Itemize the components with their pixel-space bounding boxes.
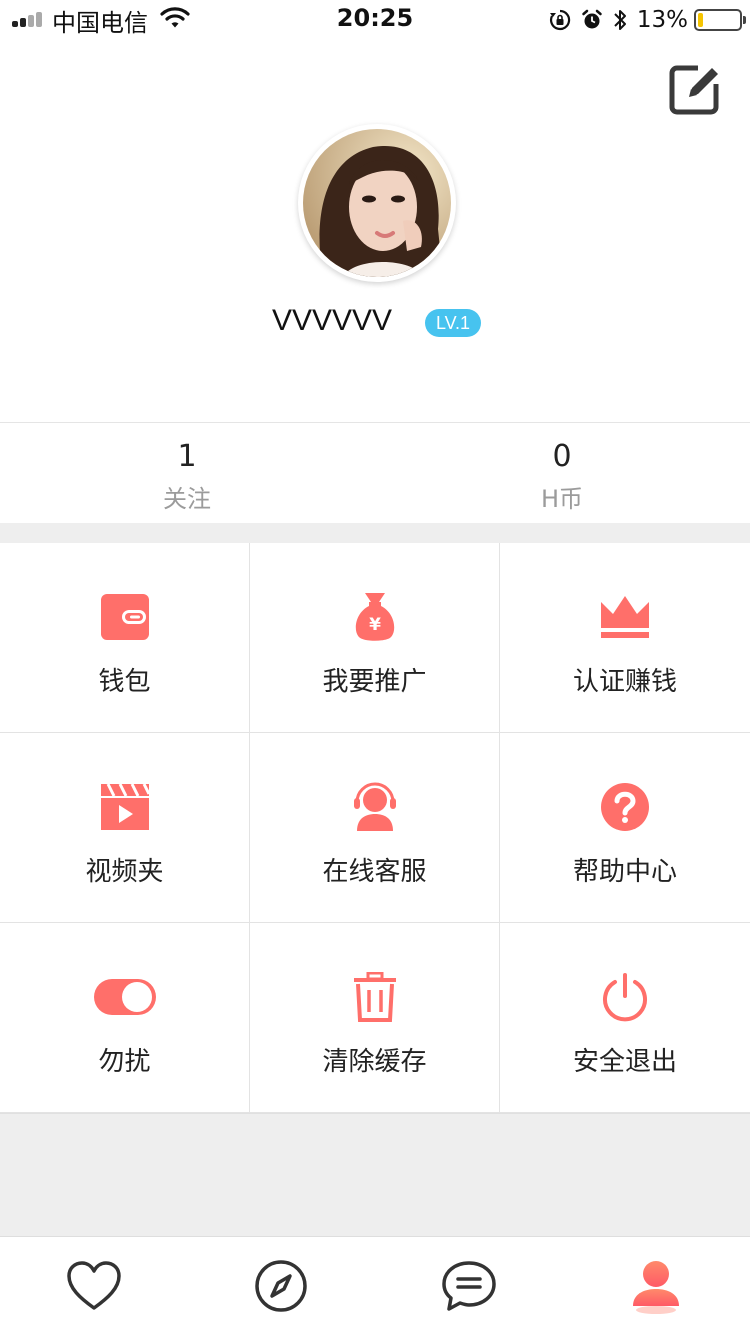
stat-coins-value: 0 [552,439,572,474]
compass-icon [255,1259,307,1312]
customer-service-icon [250,781,499,833]
menu-item-wallet[interactable]: 钱包 [0,543,249,732]
menu-item-promote[interactable]: ¥ 我要推广 [250,543,499,732]
help-icon [500,781,750,833]
menu-item-clear-cache[interactable]: 清除缓存 [250,923,499,1112]
stat-coins-label: H币 [540,485,584,513]
menu-item-certify[interactable]: 认证赚钱 [500,543,750,732]
menu-item-logout[interactable]: 安全退出 [500,923,750,1112]
video-folder-icon [0,781,249,833]
power-icon [500,971,750,1023]
stat-following-value: 1 [177,439,197,474]
menu-item-do-not-disturb[interactable]: 勿扰 [0,923,249,1112]
battery-fill [698,13,703,27]
tab-discover[interactable] [188,1237,376,1334]
level-badge: LV.1 [425,309,481,337]
profile-icon [633,1260,680,1314]
tab-favorites[interactable] [0,1237,188,1334]
edit-icon [669,62,724,115]
menu-item-label: 勿扰 [98,1047,151,1077]
tab-bar [0,1236,750,1334]
battery-percent: 13% [636,7,688,33]
menu-item-label: 视频夹 [85,857,164,887]
edit-profile-button[interactable] [668,60,724,116]
menu-item-label: 在线客服 [322,857,427,887]
heart-icon [67,1260,121,1310]
menu-item-label: 我要推广 [322,667,427,697]
section-gap [0,523,750,543]
menu-item-label: 安全退出 [572,1047,677,1077]
menu-item-label: 认证赚钱 [572,667,677,697]
username: VVVVVV [272,304,393,337]
wallet-icon [0,591,249,643]
toggle-icon[interactable] [0,971,249,1023]
trash-icon [250,971,499,1023]
empty-area [0,1113,750,1236]
status-bar: 中国电信 20:25 13% [0,0,750,40]
username-row: VVVVVV LV.1 [0,300,750,346]
menu-item-label: 清除缓存 [322,1047,427,1077]
chat-icon [442,1260,496,1311]
avatar-photo [303,129,451,277]
svg-text:¥: ¥ [369,615,381,635]
menu-grid: 钱包 ¥ 我要推广 认证赚钱 视频夹 在线客服 帮助中心 勿扰 清除缓存 安全退… [0,543,750,1113]
avatar[interactable] [298,124,456,282]
stat-following-label: 关注 [163,485,211,513]
money-bag-icon: ¥ [250,591,499,643]
status-right: 13% [539,6,746,34]
menu-item-help[interactable]: 帮助中心 [500,733,750,922]
menu-item-customer-service[interactable]: 在线客服 [250,733,499,922]
tab-profile[interactable] [563,1237,750,1334]
stat-following[interactable]: 1 关注 [0,423,375,523]
stat-coins[interactable]: 0 H币 [375,423,750,523]
rotation-lock-icon [549,9,571,31]
tab-messages[interactable] [375,1237,563,1334]
bluetooth-icon [613,8,627,32]
battery-icon [694,9,746,31]
menu-item-label: 钱包 [98,667,151,697]
crown-icon [500,591,750,643]
stats-row: 1 关注 0 H币 [0,423,750,523]
alarm-icon [581,9,603,31]
menu-item-video-folder[interactable]: 视频夹 [0,733,249,922]
menu-item-label: 帮助中心 [572,857,677,887]
